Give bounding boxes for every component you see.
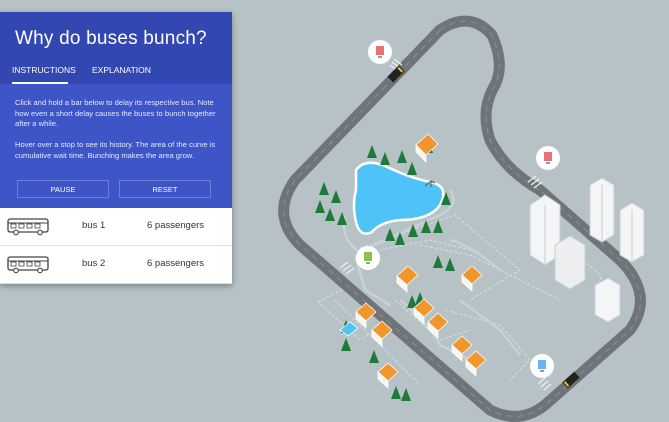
bus-passengers: 6 passengers [147, 220, 205, 231]
bus-icon [7, 218, 49, 236]
instructions-body: Click and hold a bar below to delay its … [0, 84, 232, 208]
tab-instructions[interactable]: INSTRUCTIONS [12, 63, 76, 84]
house-icon [461, 265, 483, 292]
office-building-icon [589, 177, 615, 243]
pool [339, 321, 359, 337]
office-building-icon [554, 235, 586, 290]
bus-name: bus 1 [82, 220, 106, 231]
bus-name: bus 2 [82, 258, 106, 269]
control-panel: Why do buses bunch? INSTRUCTIONS EXPLANA… [0, 12, 232, 284]
bus-row-2[interactable]: bus 2 6 passengers [0, 246, 232, 284]
bus-icon [7, 256, 49, 274]
bus-stop-icon[interactable] [368, 40, 392, 64]
pond [352, 161, 445, 235]
tab-explanation[interactable]: EXPLANATION [92, 63, 151, 84]
house-icon [396, 265, 419, 293]
bus-stop-icon[interactable] [530, 354, 554, 378]
bus-stop-icon[interactable] [536, 146, 560, 170]
office-building-icon [619, 202, 645, 263]
office-buildings [529, 177, 645, 323]
bus-stop-icon[interactable] [356, 246, 380, 270]
house-icon [377, 362, 399, 389]
house-icon [415, 133, 439, 163]
house-icon [427, 312, 449, 339]
bus-passengers: 6 passengers [147, 258, 205, 269]
office-building-icon [594, 277, 621, 323]
house-icon [465, 350, 487, 377]
panel-header: Why do buses bunch? INSTRUCTIONS EXPLANA… [0, 12, 232, 84]
instructions-paragraph-2: Hover over a stop to see its history. Th… [15, 140, 216, 160]
tab-bar: INSTRUCTIONS EXPLANATION [0, 63, 232, 84]
page-title: Why do buses bunch? [15, 28, 207, 49]
reset-button[interactable]: RESET [119, 180, 211, 198]
instructions-paragraph-1: Click and hold a bar below to delay its … [15, 98, 216, 129]
bus-row-1[interactable]: bus 1 6 passengers [0, 208, 232, 246]
pause-button[interactable]: PAUSE [17, 180, 109, 198]
